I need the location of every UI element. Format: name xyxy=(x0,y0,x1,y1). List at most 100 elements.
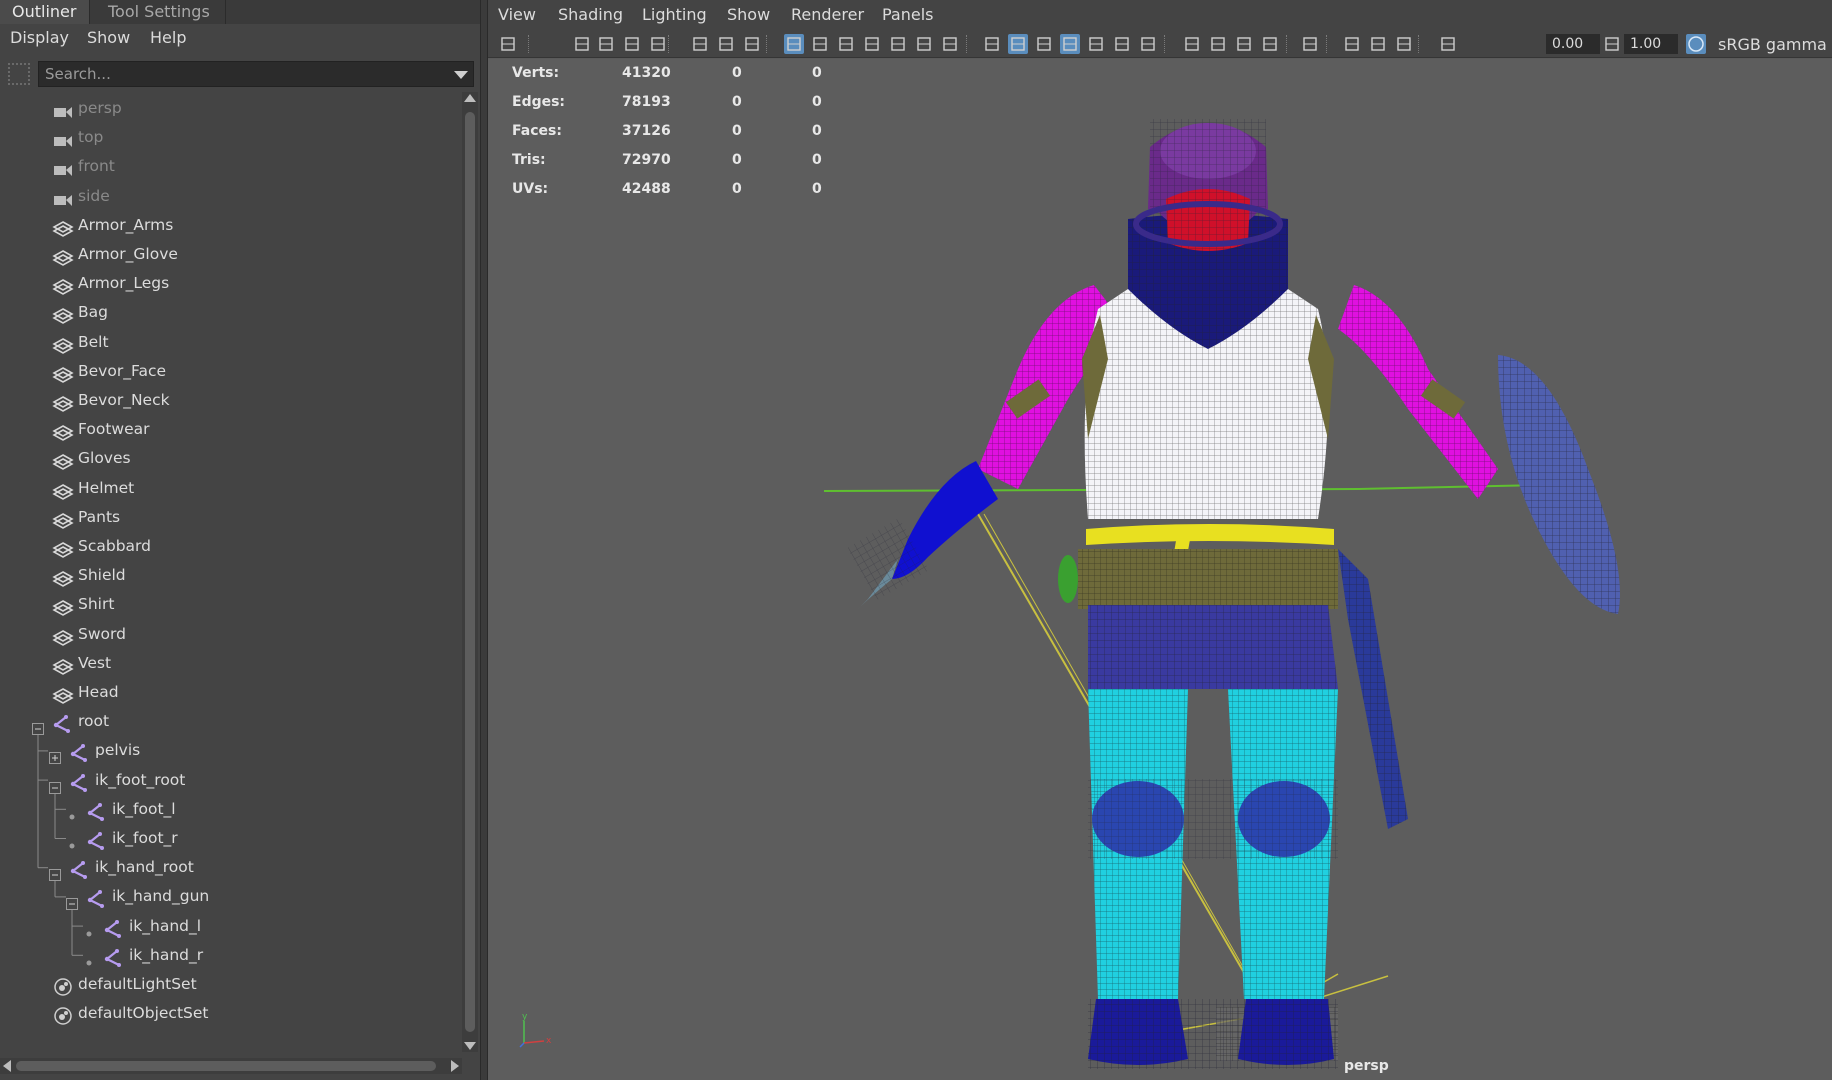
outliner-item-top[interactable]: top xyxy=(0,123,462,152)
3d-viewport[interactable]: Verts: 41320 0 0 Edges: 78193 0 0 Faces: 37126 0 0 T… xyxy=(488,59,1832,1080)
outliner-item-label: Bevor_Neck xyxy=(78,391,170,409)
scroll-right-icon[interactable] xyxy=(451,1060,459,1072)
image-plane-icon[interactable] xyxy=(648,34,668,54)
safe-title-icon[interactable] xyxy=(940,34,960,54)
menu-display[interactable]: Display xyxy=(10,28,69,47)
outliner-item-ik-hand-r[interactable]: ik_hand_r xyxy=(0,941,462,970)
menu-panels[interactable]: Panels xyxy=(882,5,934,24)
outliner-item-gloves[interactable]: Gloves xyxy=(0,444,462,473)
tab-tool-settings[interactable]: Tool Settings xyxy=(96,0,226,24)
outliner-item-shirt[interactable]: Shirt xyxy=(0,590,462,619)
outliner-item-head[interactable]: Head xyxy=(0,678,462,707)
wireframe-icon[interactable] xyxy=(982,34,1002,54)
menu-renderer[interactable]: Renderer xyxy=(791,5,864,24)
outliner-item-ik-foot-l[interactable]: ik_foot_l xyxy=(0,795,462,824)
outliner-item-label: root xyxy=(78,712,110,731)
vertical-scrollbar[interactable] xyxy=(462,92,478,1052)
outliner-item-ik-hand-gun[interactable]: ik_hand_gun xyxy=(0,882,462,911)
outliner-item-armor-arms[interactable]: Armor_Arms xyxy=(0,211,462,240)
backface-icon[interactable] xyxy=(1368,34,1388,54)
outliner-item-armor-glove[interactable]: Armor_Glove xyxy=(0,240,462,269)
armor-legs-mesh xyxy=(1088,689,1338,999)
outliner-item-armor-legs[interactable]: Armor_Legs xyxy=(0,269,462,298)
exposure-icon[interactable] xyxy=(1438,34,1458,54)
search-input[interactable] xyxy=(38,61,474,87)
textures-icon[interactable] xyxy=(1394,34,1414,54)
outliner-item-bevor-face[interactable]: Bevor_Face xyxy=(0,357,462,386)
menu-view[interactable]: View xyxy=(498,5,536,24)
menu-show[interactable]: Show xyxy=(727,5,770,24)
field-chart-icon[interactable] xyxy=(888,34,908,54)
exposure-field[interactable]: 0.00 xyxy=(1546,34,1600,54)
camera-icon xyxy=(52,189,72,206)
color-management-toggle-icon[interactable] xyxy=(1686,34,1706,54)
outliner-item-side[interactable]: side xyxy=(0,182,462,211)
camera-select-icon[interactable] xyxy=(498,34,518,54)
outliner-item-ik-hand-l[interactable]: ik_hand_l xyxy=(0,912,462,941)
two-d-pan-icon[interactable] xyxy=(716,34,736,54)
grid-icon[interactable] xyxy=(784,34,804,54)
isolate-icon[interactable] xyxy=(1138,34,1158,54)
outliner-item-ik-hand-root[interactable]: ik_hand_root xyxy=(0,853,462,882)
outliner-item-ik-foot-r[interactable]: ik_foot_r xyxy=(0,824,462,853)
mesh-icon xyxy=(52,276,74,296)
safe-action-icon[interactable] xyxy=(914,34,934,54)
smooth-shade-icon[interactable] xyxy=(1008,34,1028,54)
camera-icon[interactable] xyxy=(572,34,592,54)
color-space-label[interactable]: sRGB gamma xyxy=(1718,35,1827,54)
menu-lighting[interactable]: Lighting xyxy=(642,5,707,24)
outliner-item-shield[interactable]: Shield xyxy=(0,561,462,590)
wireframe-on-shaded-icon[interactable] xyxy=(1060,34,1080,54)
default-material-icon[interactable] xyxy=(1034,34,1054,54)
ao-icon[interactable] xyxy=(1208,34,1228,54)
two-sided-icon[interactable] xyxy=(1342,34,1362,54)
menu-help[interactable]: Help xyxy=(150,28,186,47)
annotate-icon[interactable] xyxy=(742,34,762,54)
xray-icon[interactable] xyxy=(1086,34,1106,54)
outliner-item-pants[interactable]: Pants xyxy=(0,503,462,532)
outliner-item-scabbard[interactable]: Scabbard xyxy=(0,532,462,561)
outliner-item-footwear[interactable]: Footwear xyxy=(0,415,462,444)
camera-attr-icon[interactable] xyxy=(596,34,616,54)
menu-shading[interactable]: Shading xyxy=(558,5,623,24)
outliner-item-front[interactable]: front xyxy=(0,152,462,181)
outliner-item-pelvis[interactable]: pelvis xyxy=(0,736,462,765)
scroll-thumb[interactable] xyxy=(465,112,475,1032)
outliner-item-defaultobjectset[interactable]: defaultObjectSet xyxy=(0,999,462,1028)
film-gate-icon[interactable] xyxy=(810,34,830,54)
gamma-icon[interactable] xyxy=(1602,34,1622,54)
outliner-item-ik-foot-root[interactable]: ik_foot_root xyxy=(0,766,462,795)
character-model[interactable] xyxy=(488,59,1832,1080)
bookmark-icon[interactable] xyxy=(622,34,642,54)
toolbar-separator xyxy=(1164,35,1166,53)
filter-icon[interactable] xyxy=(8,63,30,85)
shadows-icon[interactable] xyxy=(1182,34,1202,54)
aa-icon[interactable] xyxy=(1260,34,1280,54)
lights-icon[interactable] xyxy=(1112,34,1132,54)
panel-divider[interactable] xyxy=(480,0,488,1080)
scroll-down-icon[interactable] xyxy=(464,1042,476,1050)
hscroll-thumb[interactable] xyxy=(16,1061,436,1071)
outliner-item-defaultlightset[interactable]: defaultLightSet xyxy=(0,970,462,999)
outliner-item-bevor-neck[interactable]: Bevor_Neck xyxy=(0,386,462,415)
outliner-item-sword[interactable]: Sword xyxy=(0,620,462,649)
search-dropdown-icon[interactable] xyxy=(454,71,468,79)
menu-show[interactable]: Show xyxy=(87,28,130,47)
resolution-gate-icon[interactable] xyxy=(836,34,856,54)
outliner-item-vest[interactable]: Vest xyxy=(0,649,462,678)
grease-pencil-icon[interactable] xyxy=(690,34,710,54)
tab-outliner[interactable]: Outliner xyxy=(0,0,90,24)
outliner-item-root[interactable]: root xyxy=(0,707,462,736)
horizontal-scrollbar[interactable] xyxy=(0,1058,462,1074)
outliner-item-persp[interactable]: persp xyxy=(0,94,462,123)
outliner-item-helmet[interactable]: Helmet xyxy=(0,474,462,503)
motion-blur-icon[interactable] xyxy=(1234,34,1254,54)
scroll-left-icon[interactable] xyxy=(3,1060,11,1072)
gamma-field[interactable]: 1.00 xyxy=(1624,34,1678,54)
scroll-up-icon[interactable] xyxy=(464,94,476,102)
outliner-item-label: Belt xyxy=(78,332,109,351)
gate-mask-icon[interactable] xyxy=(862,34,882,54)
select-camera-icon[interactable] xyxy=(1300,34,1320,54)
outliner-item-belt[interactable]: Belt xyxy=(0,328,462,357)
outliner-item-bag[interactable]: Bag xyxy=(0,298,462,327)
